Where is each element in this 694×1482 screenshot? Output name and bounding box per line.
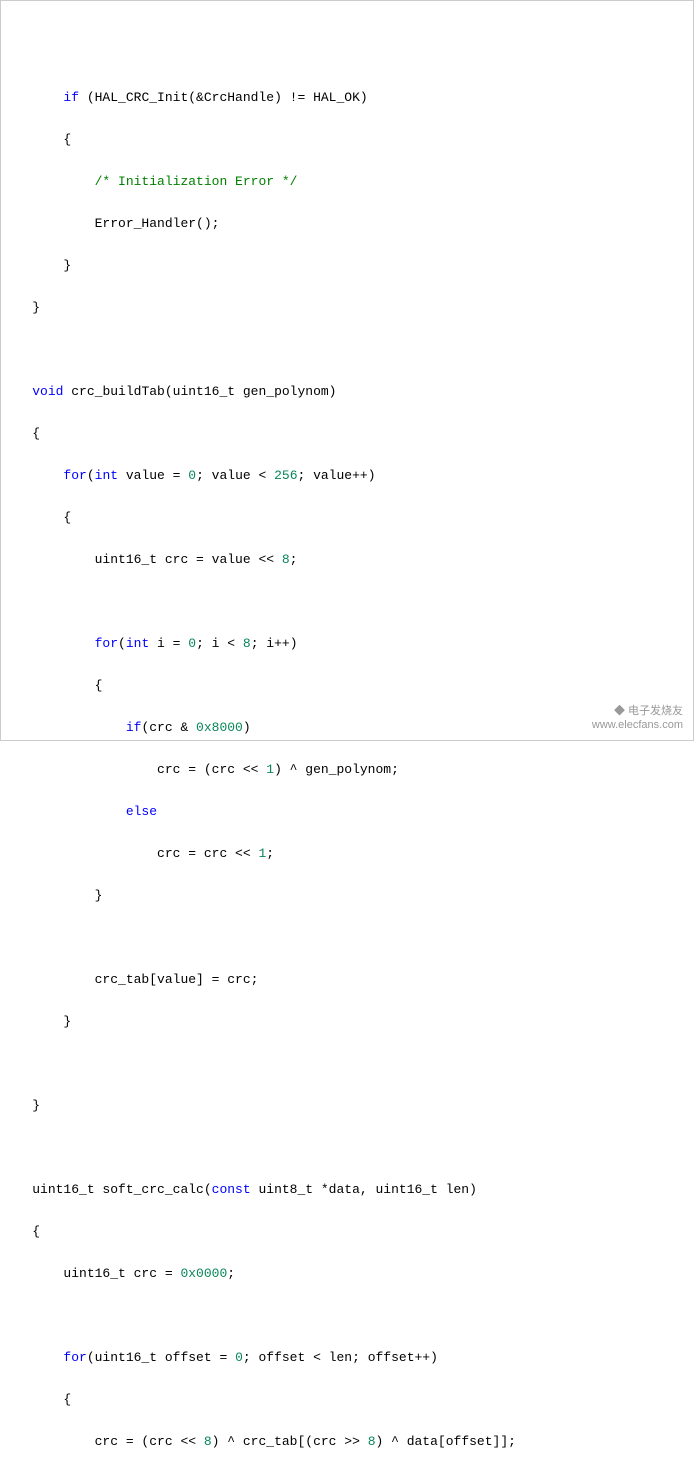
- number-literal: 8: [243, 636, 251, 651]
- code-line: }: [1, 255, 693, 276]
- code-line: else: [1, 801, 693, 822]
- code-line: crc = (crc << 1) ^ gen_polynom;: [1, 759, 693, 780]
- code-line: [1, 339, 693, 360]
- number-literal: 1: [266, 762, 274, 777]
- code-line: for(int value = 0; value < 256; value++): [1, 465, 693, 486]
- number-literal: 0: [188, 468, 196, 483]
- keyword-int: int: [126, 636, 149, 651]
- code-line: {: [1, 423, 693, 444]
- keyword-if: if: [126, 720, 142, 735]
- code-line: [1, 1053, 693, 1074]
- number-literal: 0: [235, 1350, 243, 1365]
- comment: /* Initialization Error */: [95, 174, 298, 189]
- code-line: for(uint16_t offset = 0; offset < len; o…: [1, 1347, 693, 1368]
- watermark: ◆ 电子发烧友 www.elecfans.com: [592, 704, 683, 732]
- code-line: }: [1, 1011, 693, 1032]
- code-line: for(int i = 0; i < 8; i++): [1, 633, 693, 654]
- number-literal: 256: [274, 468, 297, 483]
- watermark-text2: www.elecfans.com: [592, 719, 683, 731]
- code-line: void crc_buildTab(uint16_t gen_polynom): [1, 381, 693, 402]
- keyword-const: const: [212, 1182, 251, 1197]
- number-literal: 8: [282, 552, 290, 567]
- code-line: /* Initialization Error */: [1, 171, 693, 192]
- hex-literal: 0x0000: [180, 1266, 227, 1281]
- keyword-int: int: [95, 468, 118, 483]
- code-line: crc_tab[value] = crc;: [1, 969, 693, 990]
- watermark-text1: 电子发烧友: [628, 705, 683, 717]
- code-line: crc = crc << 1;: [1, 843, 693, 864]
- number-literal: 8: [368, 1434, 376, 1449]
- code-line: uint16_t crc = value << 8;: [1, 549, 693, 570]
- code-line: [1, 1137, 693, 1158]
- code-line: crc = (crc << 8) ^ crc_tab[(crc >> 8) ^ …: [1, 1431, 693, 1452]
- code-line: if(crc & 0x8000): [1, 717, 693, 738]
- code-line: {: [1, 507, 693, 528]
- number-literal: 8: [204, 1434, 212, 1449]
- code-line: }: [1, 297, 693, 318]
- code-line: }: [1, 1095, 693, 1116]
- code-line: [1, 591, 693, 612]
- keyword-for: for: [95, 636, 118, 651]
- watermark-logo-icon: ◆: [614, 705, 625, 717]
- code-line: if (HAL_CRC_Init(&CrcHandle) != HAL_OK): [1, 87, 693, 108]
- number-literal: 1: [258, 846, 266, 861]
- code-line: uint16_t soft_crc_calc(const uint8_t *da…: [1, 1179, 693, 1200]
- code-line: {: [1, 1221, 693, 1242]
- keyword-else: else: [126, 804, 157, 819]
- keyword-void: void: [32, 384, 63, 399]
- code-line: Error_Handler();: [1, 213, 693, 234]
- hex-literal: 0x8000: [196, 720, 243, 735]
- code-line: uint16_t crc = 0x0000;: [1, 1263, 693, 1284]
- keyword-if: if: [63, 90, 79, 105]
- code-line: [1, 1305, 693, 1326]
- code-line: {: [1, 1389, 693, 1410]
- keyword-for: for: [63, 468, 86, 483]
- code-line: [1, 927, 693, 948]
- number-literal: 0: [188, 636, 196, 651]
- code-line: {: [1, 129, 693, 150]
- keyword-for: for: [63, 1350, 86, 1365]
- code-line: }: [1, 885, 693, 906]
- code-line: {: [1, 675, 693, 696]
